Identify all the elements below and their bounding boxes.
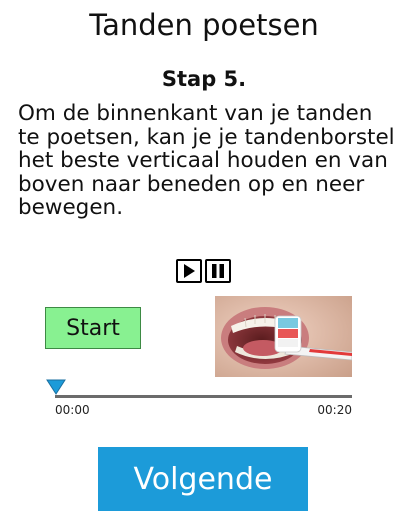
start-button[interactable]: Start <box>45 307 141 349</box>
playhead-icon <box>46 379 66 395</box>
step-instruction: Om de binnenkant van je tanden te poetse… <box>18 101 395 220</box>
play-button[interactable] <box>176 259 202 283</box>
media-controls <box>176 259 231 283</box>
toothbrushing-photo <box>215 296 352 377</box>
playhead-handle[interactable] <box>46 379 66 399</box>
play-icon <box>184 264 195 278</box>
timeline-track[interactable] <box>55 395 352 398</box>
page-title: Tanden poetsen <box>89 8 319 42</box>
pause-icon <box>212 264 224 278</box>
time-end: 00:20 <box>317 403 352 417</box>
step-title: Stap 5. <box>161 67 247 91</box>
time-start: 00:00 <box>55 403 90 417</box>
pause-button[interactable] <box>205 259 231 283</box>
next-button[interactable]: Volgende <box>98 447 308 511</box>
